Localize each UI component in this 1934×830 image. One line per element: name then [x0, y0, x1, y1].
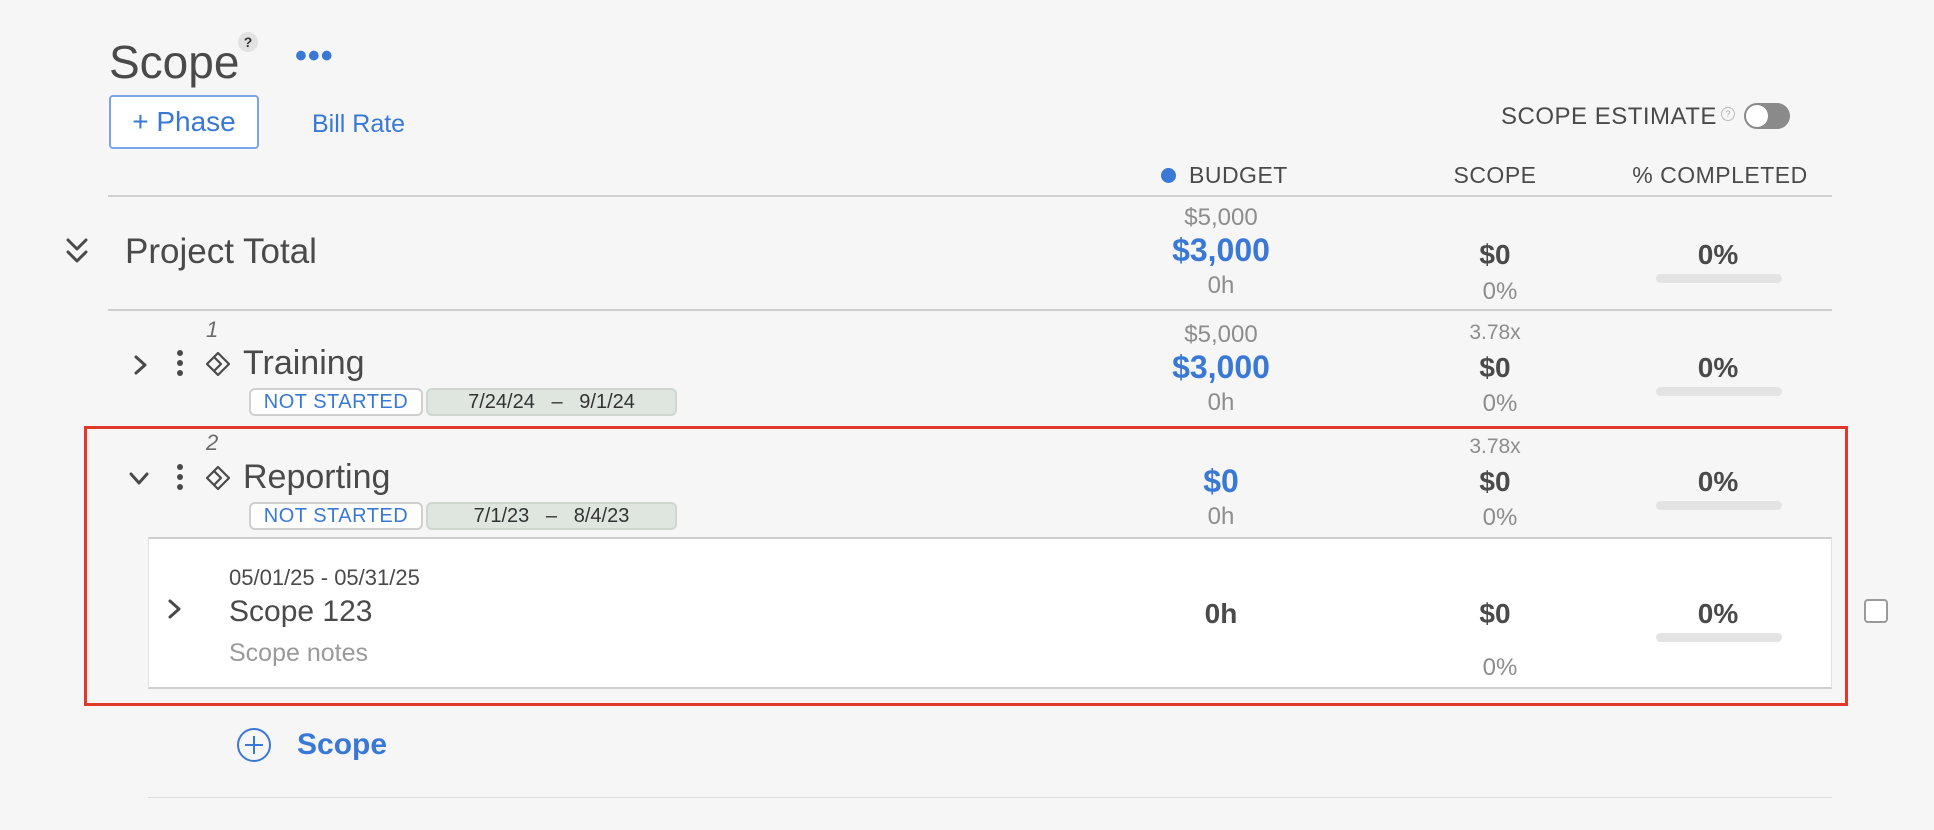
phase-progress-bar [1656, 501, 1782, 510]
project-scope-percent: 0% [1482, 278, 1518, 305]
toggle-knob [1746, 105, 1768, 127]
header-divider [108, 195, 1832, 197]
phase-progress-bar [1656, 387, 1782, 396]
phase-menu-icon[interactable] [174, 348, 186, 385]
project-total-label: Project Total [125, 232, 317, 271]
diamond-icon [204, 464, 232, 497]
phase-multiplier: 3.78x [1469, 321, 1521, 344]
phase-completed-percent: 0% [1697, 466, 1739, 497]
scope-column-header[interactable]: SCOPE [1420, 162, 1570, 189]
phase-scope-amount: $0 [1479, 352, 1511, 383]
phase-menu-icon[interactable] [174, 462, 186, 499]
scope-item-percent: 0% [1482, 654, 1518, 681]
phase-name[interactable]: Reporting [243, 458, 390, 497]
project-budget-remaining[interactable]: $3,000 [1121, 232, 1321, 269]
budget-column-header[interactable]: BUDGET [1189, 162, 1288, 189]
completed-column-header[interactable]: % COMPLETED [1620, 162, 1820, 189]
phase-number: 1 [206, 317, 219, 342]
phase-date-range[interactable]: 7/24/24 – 9/1/24 [426, 388, 677, 416]
scope-item-notes[interactable]: Scope notes [229, 639, 368, 668]
more-options-icon[interactable]: ••• [295, 39, 334, 73]
add-scope-icon[interactable] [236, 727, 272, 768]
phase-name[interactable]: Training [243, 344, 365, 383]
scope-item-hours[interactable]: 0h [1121, 598, 1321, 630]
add-scope-button[interactable]: Scope [297, 728, 387, 762]
scope-item-dates: 05/01/25 - 05/31/25 [229, 565, 420, 590]
page-title: Scope [109, 36, 240, 88]
scope-item-amount: $0 [1479, 598, 1511, 629]
phase-date-range[interactable]: 7/1/23 – 8/4/23 [426, 502, 677, 530]
phase-budget-hours: 0h [1207, 503, 1235, 530]
phase-number: 2 [206, 430, 219, 455]
status-badge[interactable]: NOT STARTED [249, 502, 423, 530]
project-completed-percent: 0% [1697, 239, 1739, 270]
scope-estimate-label: SCOPE ESTIMATE [1501, 103, 1717, 130]
collapse-phase-icon[interactable] [127, 470, 151, 493]
expand-scope-icon[interactable] [166, 597, 184, 626]
project-budget-hours: 0h [1207, 272, 1235, 299]
expand-phase-icon[interactable] [132, 353, 150, 382]
phase-budget-remaining[interactable]: $3,000 [1121, 349, 1321, 386]
phase-multiplier: 3.78x [1469, 435, 1521, 458]
phase-scope-percent: 0% [1482, 504, 1518, 531]
scope-item-completed-percent: 0% [1697, 598, 1739, 629]
bill-rate-link[interactable]: Bill Rate [312, 110, 405, 139]
help-icon[interactable]: ? [238, 32, 258, 52]
phase-completed-percent: 0% [1697, 352, 1739, 383]
scope-item-checkbox[interactable] [1864, 599, 1888, 623]
phase-budget-hours: 0h [1207, 389, 1235, 416]
phase-budget-total: $5,000 [1184, 321, 1258, 348]
project-budget-total: $5,000 [1184, 204, 1258, 231]
phase-budget-remaining[interactable]: $0 [1121, 463, 1321, 500]
bottom-divider [148, 797, 1832, 798]
budget-indicator-dot [1161, 168, 1176, 183]
status-badge[interactable]: NOT STARTED [249, 388, 423, 416]
scope-item-name[interactable]: Scope 123 [229, 595, 372, 629]
row-divider [108, 309, 1832, 311]
scope-item-progress-bar [1656, 633, 1782, 642]
phase-scope-percent: 0% [1482, 390, 1518, 417]
add-phase-button[interactable]: + Phase [109, 95, 259, 149]
scope-estimate-help-icon[interactable]: ? [1721, 107, 1735, 121]
collapse-all-icon[interactable] [64, 236, 90, 271]
phase-scope-amount: $0 [1479, 466, 1511, 497]
diamond-icon [204, 350, 232, 383]
project-progress-bar [1656, 274, 1782, 283]
project-scope-amount: $0 [1479, 239, 1511, 270]
